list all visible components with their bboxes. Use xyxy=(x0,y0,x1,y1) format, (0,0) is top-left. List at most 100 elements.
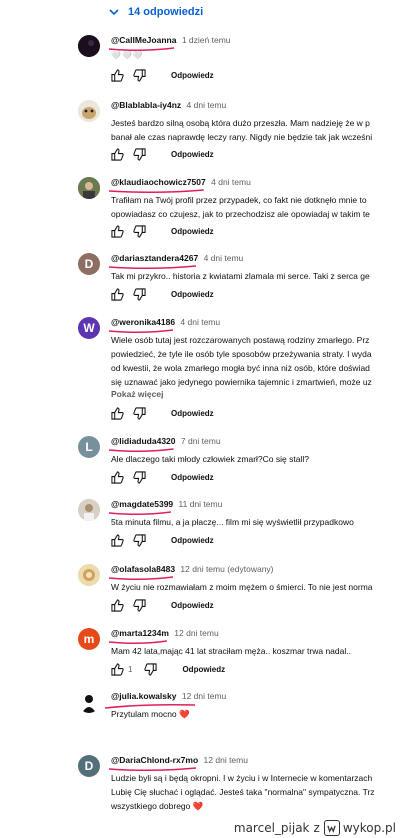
comment-meta: @julia.kowalsky 12 dni temu xyxy=(105,691,226,709)
comment-author[interactable]: @Blablabla-iy4nz xyxy=(111,100,181,110)
comment-timestamp[interactable]: 12 dni temu xyxy=(204,755,248,765)
comment-meta: @marta1234m 12 dni temu xyxy=(109,628,219,645)
comment-actions: Odpowiedz xyxy=(111,597,214,613)
reply-button[interactable]: Odpowiedz xyxy=(171,601,214,610)
like-icon[interactable] xyxy=(111,68,124,82)
avatar[interactable] xyxy=(78,35,100,57)
comment-actions: Odpowiedz xyxy=(111,223,214,239)
comment-timestamp[interactable]: 1 dzień temu xyxy=(182,35,231,45)
comment-text: 🤍🤍🤍 xyxy=(111,51,144,60)
watermark-site: wykop.pl xyxy=(342,821,396,835)
comment-text: Ale dlaczego taki młody człowiek zmarł?C… xyxy=(111,452,400,466)
reply-button[interactable]: Odpowiedz xyxy=(171,536,214,545)
dislike-icon[interactable] xyxy=(133,533,146,547)
comment-timestamp[interactable]: 12 dni temu (edytowany) xyxy=(180,564,273,574)
comment-author[interactable]: @magdate5399 xyxy=(111,499,173,509)
watermark-user: marcel_pijak xyxy=(233,821,310,835)
comment-timestamp[interactable]: 4 dni temu xyxy=(187,100,227,110)
avatar[interactable]: D xyxy=(78,755,100,777)
like-icon[interactable] xyxy=(111,224,124,238)
comment-timestamp[interactable]: 4 dni temu xyxy=(180,317,220,327)
reply-button[interactable]: Odpowiedz xyxy=(171,409,214,418)
watermark-z: z xyxy=(313,821,320,835)
comment-author[interactable]: @julia.kowalsky xyxy=(111,691,176,701)
like-icon[interactable] xyxy=(111,662,124,676)
comment-meta: @weronika4186 4 dni temu xyxy=(109,317,220,334)
dislike-icon[interactable] xyxy=(144,662,158,676)
chevron-down-icon xyxy=(108,6,120,18)
comment-text-line: Lubię Cię słuchać i oglądać. Jesteś taka… xyxy=(111,787,375,797)
avatar-letter: L xyxy=(85,440,93,454)
comment-text-line: Ludzie byli są i będą okropni. I w życiu… xyxy=(111,773,373,783)
comment-timestamp[interactable]: 12 dni temu xyxy=(182,691,226,701)
like-icon[interactable] xyxy=(111,147,124,161)
avatar-letter: D xyxy=(84,759,94,773)
dislike-icon[interactable] xyxy=(133,406,146,420)
comment-author[interactable]: @olafasola8483 xyxy=(111,564,175,574)
like-icon[interactable] xyxy=(111,406,124,420)
avatar[interactable]: W xyxy=(78,317,100,339)
reply-button[interactable]: Odpowiedz xyxy=(182,665,225,674)
dislike-icon[interactable] xyxy=(133,147,146,161)
comment-timestamp[interactable]: 12 dni temu xyxy=(174,628,218,638)
dislike-icon[interactable] xyxy=(133,470,146,484)
comment-actions: Odpowiedz xyxy=(111,469,214,485)
avatar[interactable]: m xyxy=(78,628,100,650)
comment-meta: @klaudiaochowicz7507 4 dni temu xyxy=(109,177,251,194)
comment-timestamp[interactable]: 7 dni temu xyxy=(181,436,221,446)
comment-meta: @olafasola8483 12 dni temu (edytowany) xyxy=(109,564,274,581)
avatar-letter: m xyxy=(83,632,95,646)
avatar[interactable] xyxy=(78,499,100,521)
replies-count-label: 14 odpowiedzi xyxy=(128,6,204,18)
comment-text-line: Wiele osób tutaj jest rozczarowanych pos… xyxy=(111,335,370,345)
comment-text-line: banał ale czas naprawdę leczy rany. Nigd… xyxy=(111,132,373,142)
like-icon[interactable] xyxy=(111,287,124,301)
comment-meta: @magdate5399 11 dni temu xyxy=(109,499,223,516)
avatar[interactable] xyxy=(78,691,100,713)
dislike-icon[interactable] xyxy=(133,598,146,612)
avatar[interactable] xyxy=(78,177,100,199)
comment-text-line: Mam 42 lata,mając 41 lat straciłam męża.… xyxy=(111,646,351,656)
reply-button[interactable]: Odpowiedz xyxy=(171,290,214,299)
reply-button[interactable]: Odpowiedz xyxy=(171,150,214,159)
comment-text-line: Ale dlaczego taki młody człowiek zmarł?C… xyxy=(111,454,309,464)
avatar[interactable]: L xyxy=(78,436,100,458)
comment-text-line: od kwestii, że wola zmarłego mogła być i… xyxy=(111,363,370,373)
comment-text-line: Jesteś bardzo silną osobą która dużo prz… xyxy=(111,118,370,128)
comment-author[interactable]: @dariasztandera4267 xyxy=(111,253,198,263)
reply-button[interactable]: Odpowiedz xyxy=(171,227,214,236)
like-icon[interactable] xyxy=(111,470,124,484)
like-icon[interactable] xyxy=(111,533,124,547)
comment-author[interactable]: @weronika4186 xyxy=(111,317,175,327)
reply-button[interactable]: Odpowiedz xyxy=(171,473,214,482)
comment-author[interactable]: @CallMeJoanna xyxy=(111,35,176,45)
comment-text: Mam 42 lata,mając 41 lat straciłam męża.… xyxy=(111,644,400,658)
show-more-link[interactable]: Pokaż więcej xyxy=(111,389,163,399)
comment-timestamp[interactable]: 4 dni temu xyxy=(211,177,251,187)
comment-text: 5ta minuta filmu, a ja płaczę... film mi… xyxy=(111,515,400,529)
comment-timestamp[interactable]: 11 dni temu xyxy=(179,499,223,509)
reply-button[interactable]: Odpowiedz xyxy=(171,71,214,80)
comment-author[interactable]: @DariaChlond-rx7mo xyxy=(111,755,198,765)
comment-author[interactable]: @lidiaduda4320 xyxy=(111,436,176,446)
dislike-icon[interactable] xyxy=(133,287,146,301)
comment-actions: Odpowiedz xyxy=(111,405,214,421)
comment-text-line: wszystkiego dobrego ❤️ xyxy=(111,801,204,811)
comment-text-line: Przytulam mocno ❤️ xyxy=(111,709,190,719)
dislike-icon[interactable] xyxy=(133,224,146,238)
avatar[interactable]: D xyxy=(78,253,100,275)
replies-toggle[interactable]: 14 odpowiedzi xyxy=(108,4,203,20)
avatar[interactable] xyxy=(78,564,100,586)
comment-author[interactable]: @marta1234m xyxy=(111,628,169,638)
comment-meta: @Blablabla-iy4nz 4 dni temu xyxy=(111,100,226,110)
comment-author[interactable]: @klaudiaochowicz7507 xyxy=(111,177,206,187)
comment-text: Trafiłam na Twój profil przez przypadek,… xyxy=(111,193,400,221)
avatar[interactable] xyxy=(78,100,100,122)
comment-actions: Odpowiedz xyxy=(111,146,214,162)
comment-timestamp[interactable]: 4 dni temu xyxy=(204,253,244,263)
like-icon[interactable] xyxy=(111,598,124,612)
comment-meta: @dariasztandera4267 4 dni temu xyxy=(109,253,244,270)
dislike-icon[interactable] xyxy=(133,68,146,82)
watermark: marcel_pijak z wykop.pl xyxy=(234,820,396,836)
comment-text-line: Trafiłam na Twój profil przez przypadek,… xyxy=(111,195,367,205)
